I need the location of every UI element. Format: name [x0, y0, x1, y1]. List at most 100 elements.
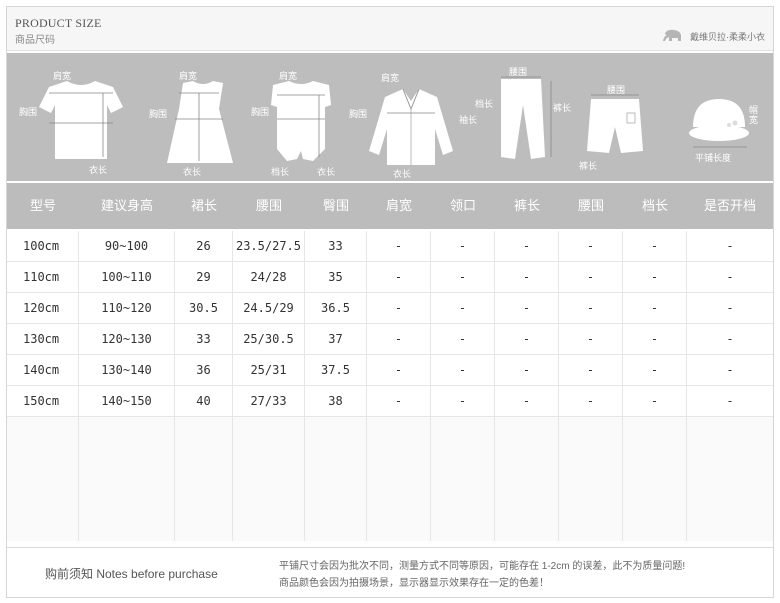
empty-cell	[495, 479, 559, 510]
table-cell: 26	[175, 231, 233, 262]
empty-cell	[175, 448, 233, 479]
empty-cell	[559, 417, 623, 448]
table-cell: -	[495, 324, 559, 355]
table-cell: 24/28	[233, 262, 305, 293]
notes-title: 购前须知 Notes before purchase	[45, 567, 218, 581]
table-cell: -	[559, 324, 623, 355]
column-header: 建议身高	[100, 198, 153, 213]
empty-cell	[367, 510, 431, 541]
table-cell: -	[559, 355, 623, 386]
empty-cell	[305, 417, 367, 448]
table-cell: 130~140	[79, 355, 175, 386]
table-cell: -	[726, 301, 734, 315]
label-shoulder-3: 肩宽	[279, 71, 298, 81]
label-pants-length-5: 裤长	[553, 103, 572, 113]
table-cell: -	[559, 293, 623, 324]
empty-cell	[367, 417, 431, 448]
empty-cell	[7, 479, 79, 510]
table-row: 100cm 90~100 26 23.5/27.5 33- - - - - -	[7, 231, 773, 262]
note-measurement: 平铺尺寸会因为批次不同，测量方式不同等原因，可能存在 1-2cm 的误差，此不为…	[279, 561, 686, 572]
table-cell: 33	[175, 324, 233, 355]
table-cell: 36.5	[305, 293, 367, 324]
table-cell: 25/31	[233, 355, 305, 386]
table-cell: 30.5	[175, 293, 233, 324]
table-cell: -	[623, 231, 687, 262]
empty-cell	[79, 479, 175, 510]
table-row: 130cm 120~130 33 25/30.5 37- - - - - -	[7, 324, 773, 355]
column-header: 臀围	[322, 198, 349, 213]
label-bust-3: 胸围	[251, 107, 270, 117]
table-cell: 29	[175, 262, 233, 293]
label-shoulder-2: 肩宽	[179, 71, 198, 81]
table-row: 150cm 140~150 40 27/33 38- - - - - -	[7, 386, 773, 417]
label-crotch-5: 档长	[475, 99, 494, 109]
empty-cell	[687, 417, 773, 448]
table-cell: -	[367, 293, 431, 324]
purchase-notes: 购前须知 Notes before purchase 平铺尺寸会因为批次不同，测…	[7, 547, 773, 597]
table-cell: -	[495, 231, 559, 262]
garment-illustrations: 肩宽 胸围 衣长 肩宽 胸围 衣长 肩宽 胸围 档长 衣长 肩宽 胸围 袖长 衣…	[7, 53, 773, 181]
label-length-3: 衣长	[317, 167, 336, 177]
table-cell: -	[495, 386, 559, 417]
column-header: 裙长	[190, 198, 217, 213]
table-cell: -	[431, 262, 495, 293]
note-color: 商品颜色会因为拍摄场景，显示器显示效果存在一定的色差！	[279, 578, 549, 589]
table-cell: 27/33	[233, 386, 305, 417]
table-cell: 100cm	[7, 231, 79, 262]
table-cell: 140~150	[79, 386, 175, 417]
title-cn: 商品尺码	[15, 35, 55, 46]
table-cell: 110cm	[7, 262, 79, 293]
table-cell: -	[367, 324, 431, 355]
empty-cell	[559, 448, 623, 479]
empty-cell	[431, 479, 495, 510]
table-cell: -	[623, 293, 687, 324]
table-cell: -	[623, 262, 687, 293]
empty-cell	[7, 510, 79, 541]
table-cell: -	[726, 332, 734, 346]
column-header: 档长	[641, 198, 668, 213]
empty-cell	[623, 479, 687, 510]
empty-cell	[7, 417, 79, 448]
empty-cell	[687, 510, 773, 541]
empty-cell	[559, 479, 623, 510]
empty-cell	[495, 448, 559, 479]
empty-cell	[305, 510, 367, 541]
table-cell: 25/30.5	[233, 324, 305, 355]
table-cell: 40	[175, 386, 233, 417]
empty-cell	[79, 417, 175, 448]
label-shoulder-4: 肩宽	[381, 73, 400, 83]
table-cell: 120~130	[79, 324, 175, 355]
table-cell: -	[495, 262, 559, 293]
elephant-logo-icon	[663, 29, 681, 41]
column-header: 领口	[449, 198, 476, 213]
empty-cell	[559, 510, 623, 541]
table-cell: 36	[175, 355, 233, 386]
column-header: 腰围	[577, 198, 604, 213]
empty-cell	[495, 510, 559, 541]
empty-cell	[623, 448, 687, 479]
table-cell: 38	[305, 386, 367, 417]
table-row: 110cm 100~110 29 24/28 35- - - - - -	[7, 262, 773, 293]
empty-cell	[431, 510, 495, 541]
label-length-4: 衣长	[393, 169, 412, 179]
table-cell: 24.5/29	[233, 293, 305, 324]
empty-cell	[687, 448, 773, 479]
empty-cell	[175, 479, 233, 510]
table-cell: -	[623, 324, 687, 355]
label-bust-1: 胸围	[19, 107, 38, 117]
column-header: 肩宽	[385, 198, 412, 213]
size-table-body: 100cm 90~100 26 23.5/27.5 33- - - - - -110cm 100~1…	[7, 231, 773, 541]
column-header: 裤长	[513, 198, 540, 213]
brand-text: 戴维贝拉·柔柔小衣	[690, 31, 765, 42]
table-cell: -	[431, 231, 495, 262]
title-en: PRODUCT SIZE	[15, 16, 102, 30]
empty-cell	[305, 448, 367, 479]
empty-row	[7, 417, 773, 448]
label-waist-6: 腰围	[607, 85, 626, 95]
empty-cell	[175, 510, 233, 541]
table-cell: -	[495, 293, 559, 324]
table-cell: 110~120	[79, 293, 175, 324]
table-cell: 100~110	[79, 262, 175, 293]
brand: 戴维贝拉·柔柔小衣	[662, 29, 765, 43]
empty-cell	[367, 479, 431, 510]
